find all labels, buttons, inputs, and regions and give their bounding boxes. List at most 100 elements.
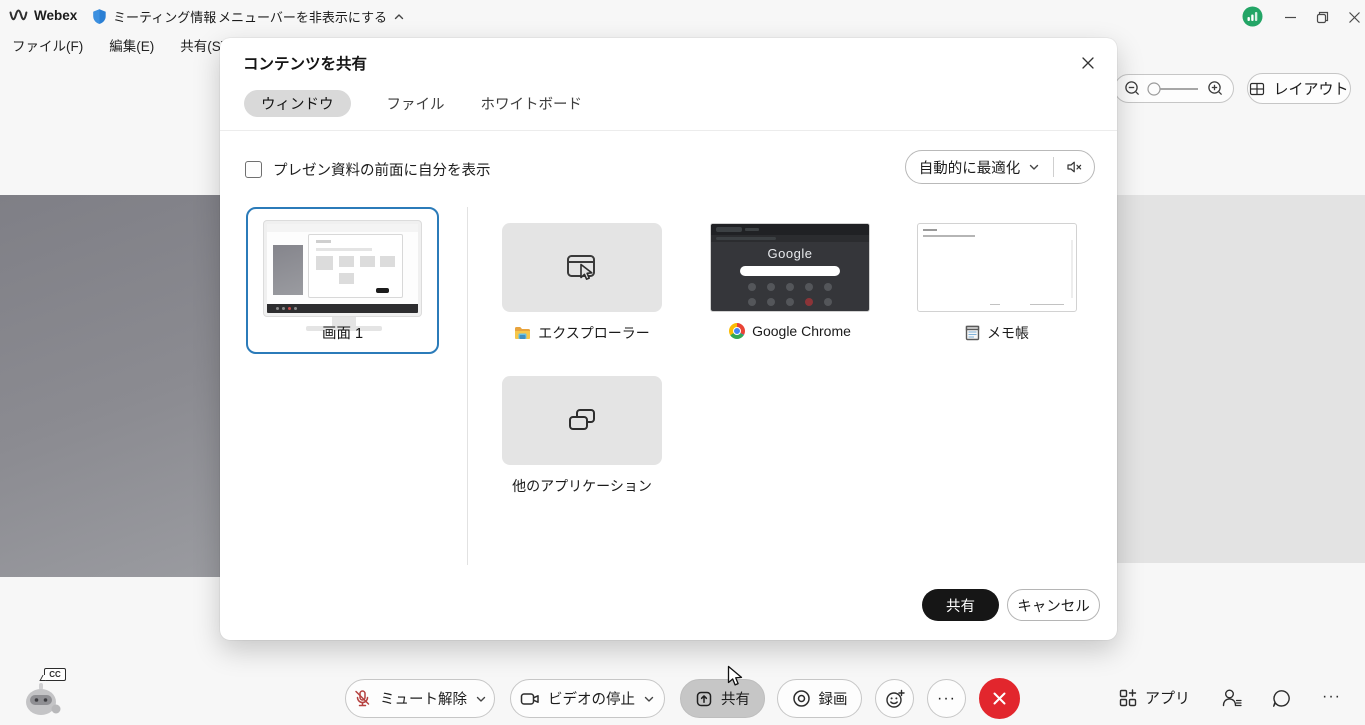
- chrome-thumb: Google: [710, 223, 870, 312]
- self-video-preview: [0, 195, 220, 577]
- tab-window[interactable]: ウィンドウ: [244, 90, 351, 117]
- share-tray-button[interactable]: 共有: [680, 679, 765, 718]
- notepad-thumb: [917, 223, 1077, 312]
- reactions-button[interactable]: [875, 679, 914, 718]
- share-content-dialog: コンテンツを共有 ウィンドウ ファイル ホワイトボード プレゼン資料の前面に自分…: [220, 38, 1117, 640]
- preview-thumb: [316, 256, 333, 270]
- chrome-label: Google Chrome: [752, 323, 851, 339]
- optimize-select[interactable]: 自動的に最適化: [906, 157, 1053, 178]
- dialog-tabs: ウィンドウ ファイル ホワイトボード: [244, 90, 582, 117]
- dialog-close-button[interactable]: [1073, 48, 1103, 78]
- dialog-title: コンテンツを共有: [243, 52, 367, 74]
- preview-thumb: [339, 273, 354, 284]
- stop-video-chevron-icon[interactable]: [643, 693, 655, 705]
- tab-whiteboard[interactable]: ホワイトボード: [481, 93, 583, 114]
- screen-1-preview: [263, 220, 422, 317]
- chrome-shortcut: [824, 283, 832, 291]
- preview-dot: [294, 307, 297, 310]
- tab-file[interactable]: ファイル: [387, 93, 445, 114]
- preview-dot: [276, 307, 279, 310]
- window-cursor-icon: [564, 251, 600, 285]
- preview-menubar: [267, 224, 418, 232]
- minimize-button[interactable]: [1276, 6, 1304, 28]
- preview-share-btn: [376, 288, 389, 293]
- chrome-shortcut: [767, 283, 775, 291]
- window-tile-chrome[interactable]: Google Google Chrome: [710, 223, 870, 339]
- preview-taskbar: [267, 304, 418, 313]
- chrome-icon-center: [733, 327, 741, 335]
- chrome-shortcut-row: [711, 298, 869, 306]
- stop-video-button[interactable]: ビデオの停止: [510, 679, 665, 718]
- zoom-in-button[interactable]: [1207, 80, 1224, 97]
- chrome-tab: [745, 228, 759, 231]
- menu-item-file[interactable]: ファイル(F): [12, 35, 83, 55]
- chrome-titlebar: [711, 224, 869, 235]
- window-tile-notepad[interactable]: メモ帳: [917, 223, 1077, 343]
- close-window-button[interactable]: [1340, 6, 1365, 28]
- chevron-up-icon: [393, 11, 405, 23]
- closed-captions-badge: CC: [44, 668, 66, 681]
- show-me-row: プレゼン資料の前面に自分を表示: [245, 159, 491, 180]
- tabs-divider: [220, 130, 1117, 131]
- notepad-scrollbar: [1071, 240, 1073, 298]
- unmute-chevron-icon[interactable]: [475, 693, 487, 705]
- unmute-label: ミュート解除: [380, 688, 467, 709]
- panel-more-button[interactable]: ···: [1322, 688, 1341, 706]
- leave-meeting-button[interactable]: [979, 678, 1020, 719]
- menu-item-share[interactable]: 共有(S): [180, 35, 225, 55]
- chrome-shortcut: [824, 298, 832, 306]
- chrome-tab: [716, 227, 742, 232]
- zoom-slider[interactable]: [1146, 82, 1202, 96]
- preview-line: [316, 240, 331, 244]
- window-tile-explorer[interactable]: エクスプローラー: [502, 223, 662, 343]
- meeting-info-button[interactable]: ミーティング情報: [92, 7, 216, 26]
- chrome-search-bar: [740, 266, 840, 276]
- apps-button[interactable]: アプリ: [1118, 687, 1190, 708]
- layout-button[interactable]: レイアウト: [1247, 73, 1351, 104]
- screen-1-preview-screen: [267, 224, 418, 313]
- hide-menubar-label: メニューバーを非表示にする: [218, 7, 387, 26]
- maximize-button[interactable]: [1308, 6, 1336, 28]
- preview-dot: [288, 307, 291, 310]
- screen-1-label: 画面 1: [248, 322, 437, 343]
- chrome-url: [716, 237, 776, 240]
- hide-menubar-button[interactable]: メニューバーを非表示にする: [218, 7, 405, 26]
- zoom-out-button[interactable]: [1124, 80, 1141, 97]
- screens-windows-divider: [467, 207, 468, 565]
- notepad-status-mark: [990, 304, 1000, 306]
- show-me-checkbox[interactable]: [245, 161, 262, 178]
- record-button[interactable]: 録画: [777, 679, 862, 718]
- chrome-urlbar: [711, 235, 869, 242]
- chrome-shortcut: [748, 298, 756, 306]
- app-title: Webex: [34, 8, 77, 23]
- preview-dot: [282, 307, 285, 310]
- preview-dialog: [308, 234, 403, 298]
- chrome-google-text: Google: [711, 246, 869, 261]
- explorer-thumb: [502, 223, 662, 312]
- apps-label: アプリ: [1145, 687, 1190, 708]
- participants-button[interactable]: [1220, 687, 1243, 709]
- chrome-icon: [729, 323, 745, 339]
- preview-thumb: [380, 256, 395, 267]
- window-tile-other-apps[interactable]: 他のアプリケーション: [502, 376, 662, 496]
- more-options-button[interactable]: ···: [927, 679, 966, 718]
- record-label: 録画: [819, 688, 848, 709]
- preview-video: [273, 245, 303, 295]
- unmute-button[interactable]: ミュート解除: [345, 679, 495, 718]
- dialog-cancel-button[interactable]: キャンセル: [1007, 589, 1100, 621]
- dialog-share-button[interactable]: 共有: [922, 589, 999, 621]
- connection-quality-indicator[interactable]: [1242, 6, 1263, 27]
- stacked-windows-icon: [564, 404, 600, 438]
- preview-thumb: [360, 256, 375, 267]
- chat-button[interactable]: [1271, 688, 1292, 709]
- screen-1-tile[interactable]: 画面 1: [246, 207, 439, 354]
- preview-line: [316, 248, 372, 250]
- menu-item-edit[interactable]: 編集(E): [109, 35, 154, 55]
- folder-icon: [514, 326, 531, 340]
- notepad-label: メモ帳: [987, 323, 1029, 343]
- speaker-muted-icon: [1066, 159, 1083, 175]
- preview-thumb: [339, 256, 354, 267]
- chevron-down-icon: [1028, 161, 1040, 173]
- share-audio-toggle[interactable]: [1054, 159, 1094, 175]
- notepad-title-mark: [923, 229, 937, 231]
